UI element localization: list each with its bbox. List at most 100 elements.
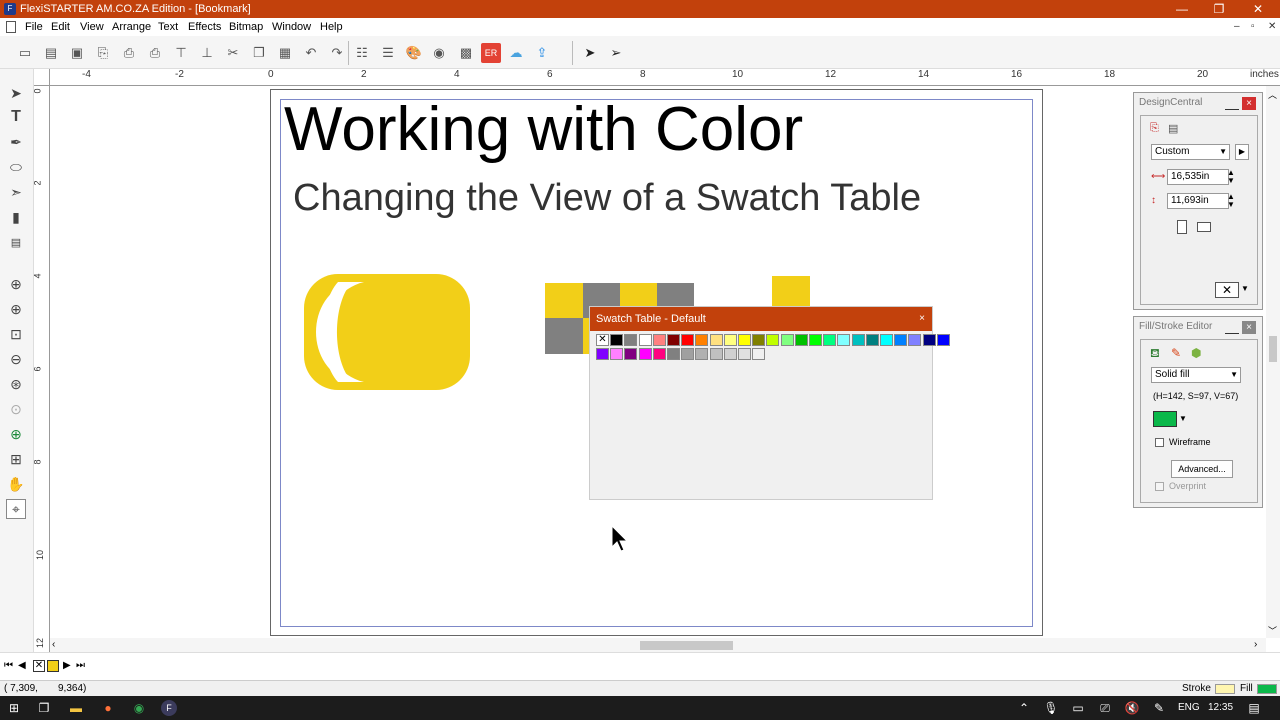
overprint-checkbox[interactable] <box>1155 482 1164 491</box>
scroll-right-icon[interactable]: › <box>1254 639 1257 650</box>
fill-type-select[interactable]: Solid fill ▼ <box>1151 367 1241 383</box>
notifications-icon[interactable]: ▤ <box>1246 700 1262 716</box>
swatch-color-cell[interactable] <box>709 348 723 360</box>
ruler-origin[interactable] <box>34 69 50 86</box>
flexi-app-icon[interactable]: F <box>161 700 177 716</box>
volume-icon[interactable]: 🔇 <box>1124 700 1140 716</box>
pen-tool-icon[interactable]: ✒ <box>6 132 26 152</box>
scroll-up-icon[interactable]: ︿ <box>1268 88 1277 101</box>
palette-icon[interactable]: 🎨 <box>404 43 424 63</box>
swatch-color-cell[interactable] <box>766 334 780 346</box>
close-button[interactable]: ✕ <box>1240 0 1276 18</box>
redo-icon[interactable]: ↷ <box>327 43 347 63</box>
horizontal-ruler[interactable]: -4 -2 0 2 4 6 8 10 12 14 16 18 20 inches <box>50 69 1280 86</box>
battery-icon[interactable]: ▭ <box>1070 700 1086 716</box>
production-manager-icon[interactable]: ER <box>481 43 501 63</box>
select-tool-icon[interactable]: ➤ <box>6 83 26 103</box>
menu-window[interactable]: Window <box>272 18 311 36</box>
chevron-up-icon[interactable]: ⌃ <box>1016 700 1032 716</box>
scroll-down-icon[interactable]: ﹀ <box>1268 624 1277 637</box>
swatch-color-cell[interactable] <box>752 348 766 360</box>
landscape-icon[interactable] <box>1197 222 1211 232</box>
swatch-table-icon[interactable]: ▩ <box>456 43 476 63</box>
vertical-scrollbar[interactable]: ︿ ﹀ <box>1266 86 1280 638</box>
stroke-pen-icon[interactable]: ✎ <box>1171 346 1181 360</box>
new-document-icon[interactable]: ▭ <box>15 43 35 63</box>
swatch-color-cell[interactable] <box>809 334 822 346</box>
firefox-icon[interactable]: ● <box>100 700 116 716</box>
node-edit-tool-icon[interactable]: ➣ <box>6 182 26 202</box>
swatch-color-cell[interactable] <box>738 348 751 360</box>
menu-view[interactable]: View <box>80 18 104 36</box>
mdi-restore-button[interactable]: ▫ <box>1251 18 1255 36</box>
cut-icon[interactable]: ✂ <box>223 43 243 63</box>
zoom-out-icon[interactable]: ⊖ <box>6 349 26 369</box>
maximize-button[interactable]: ❐ <box>1201 0 1237 18</box>
horizontal-scrollbar[interactable]: ‹ › <box>50 638 1266 652</box>
swatch-color-cell[interactable] <box>837 334 851 346</box>
cloud-upload-icon[interactable]: ⇪ <box>532 43 552 63</box>
copy-icon[interactable]: ❐ <box>249 43 269 63</box>
swatch-color-cell[interactable] <box>638 348 652 360</box>
vertical-ruler[interactable]: 0 2 4 6 8 10 12 <box>33 86 50 652</box>
document-icon[interactable] <box>6 21 16 33</box>
fill-color-indicator[interactable] <box>1257 684 1277 694</box>
portrait-icon[interactable] <box>1177 220 1187 234</box>
swatch-color-cell[interactable] <box>667 334 680 346</box>
pan-hand-icon[interactable]: ✋ <box>6 474 26 494</box>
layer-icon[interactable]: ⬢ <box>1191 346 1201 360</box>
language-indicator[interactable]: ENG <box>1178 696 1200 720</box>
shape-properties-icon[interactable]: ⎘ <box>1150 122 1159 135</box>
zoom-box-icon[interactable]: ⊞ <box>6 449 26 469</box>
mdi-minimize-button[interactable]: – <box>1234 18 1240 36</box>
swatch-color-cell[interactable] <box>894 334 908 346</box>
task-view-icon[interactable]: ❐ <box>36 700 52 716</box>
paste-icon[interactable]: ▦ <box>275 43 295 63</box>
chevron-down-icon[interactable]: ▼ <box>1179 414 1187 423</box>
undo-icon[interactable]: ↶ <box>301 43 321 63</box>
swatch-color-cell[interactable] <box>652 334 666 346</box>
fill-color-swatch[interactable] <box>1153 411 1177 427</box>
panel-close-icon[interactable]: × <box>1242 97 1256 110</box>
ellipse-tool-icon[interactable]: ⬭ <box>6 157 26 177</box>
swatch-color-cell[interactable] <box>922 334 936 346</box>
menu-effects[interactable]: Effects <box>188 18 221 36</box>
prev-page-icon[interactable]: ◀ <box>18 660 26 671</box>
swatch-color-cell[interactable] <box>681 334 695 346</box>
node-edit-arrow-icon[interactable]: ➢ <box>606 43 626 63</box>
zoom-selection-icon[interactable]: ⊡ <box>6 324 26 344</box>
document-properties-icon[interactable]: ▤ <box>1168 122 1178 135</box>
swatch-color-cell[interactable] <box>880 334 893 346</box>
pen-icon[interactable]: ✎ <box>1151 700 1167 716</box>
zoom-all-icon[interactable]: ⊛ <box>6 374 26 394</box>
open-document-icon[interactable]: ▤ <box>41 43 61 63</box>
export-icon[interactable]: ⎙ <box>119 43 139 63</box>
width-field[interactable]: 16,535in <box>1167 169 1229 185</box>
swatch-color-cell[interactable] <box>794 334 808 346</box>
minimize-button[interactable]: — <box>1164 0 1200 18</box>
microphone-icon[interactable]: 🎙 <box>1043 700 1059 716</box>
zoom-to-page-icon[interactable]: ⊕ <box>6 274 26 294</box>
first-page-icon[interactable]: ⏮ <box>4 660 13 671</box>
menu-arrange[interactable]: Arrange <box>112 18 151 36</box>
panel-close-icon[interactable]: × <box>1242 321 1256 334</box>
swatch-color-cell[interactable] <box>695 348 709 360</box>
menu-edit[interactable]: Edit <box>51 18 70 36</box>
menu-bitmap[interactable]: Bitmap <box>229 18 263 36</box>
panel-minimize-icon[interactable] <box>1225 97 1239 110</box>
subheading-text[interactable]: Changing the View of a Swatch Table <box>293 176 921 220</box>
windows-start-icon[interactable]: ⊞ <box>6 700 22 716</box>
swatch-color-cell[interactable] <box>667 348 680 360</box>
swatch-color-cell[interactable] <box>738 334 751 346</box>
swatch-color-cell[interactable] <box>823 334 837 346</box>
chevron-right-icon[interactable]: ▶ <box>1235 144 1249 160</box>
no-fill-icon[interactable]: ✕ <box>1215 282 1239 298</box>
next-page-icon[interactable]: ▶ <box>63 660 71 671</box>
swatch-table-title[interactable]: Swatch Table - Default <box>590 307 932 331</box>
import-icon[interactable]: ⎘ <box>93 43 113 63</box>
fill-bucket-icon[interactable]: ⛾ <box>1150 346 1160 362</box>
color-picker-icon[interactable]: ◉ <box>429 43 449 63</box>
swatch-color-cell[interactable] <box>723 334 737 346</box>
panel-minimize-icon[interactable] <box>1225 321 1239 334</box>
print-icon[interactable]: ⎙ <box>145 43 165 63</box>
